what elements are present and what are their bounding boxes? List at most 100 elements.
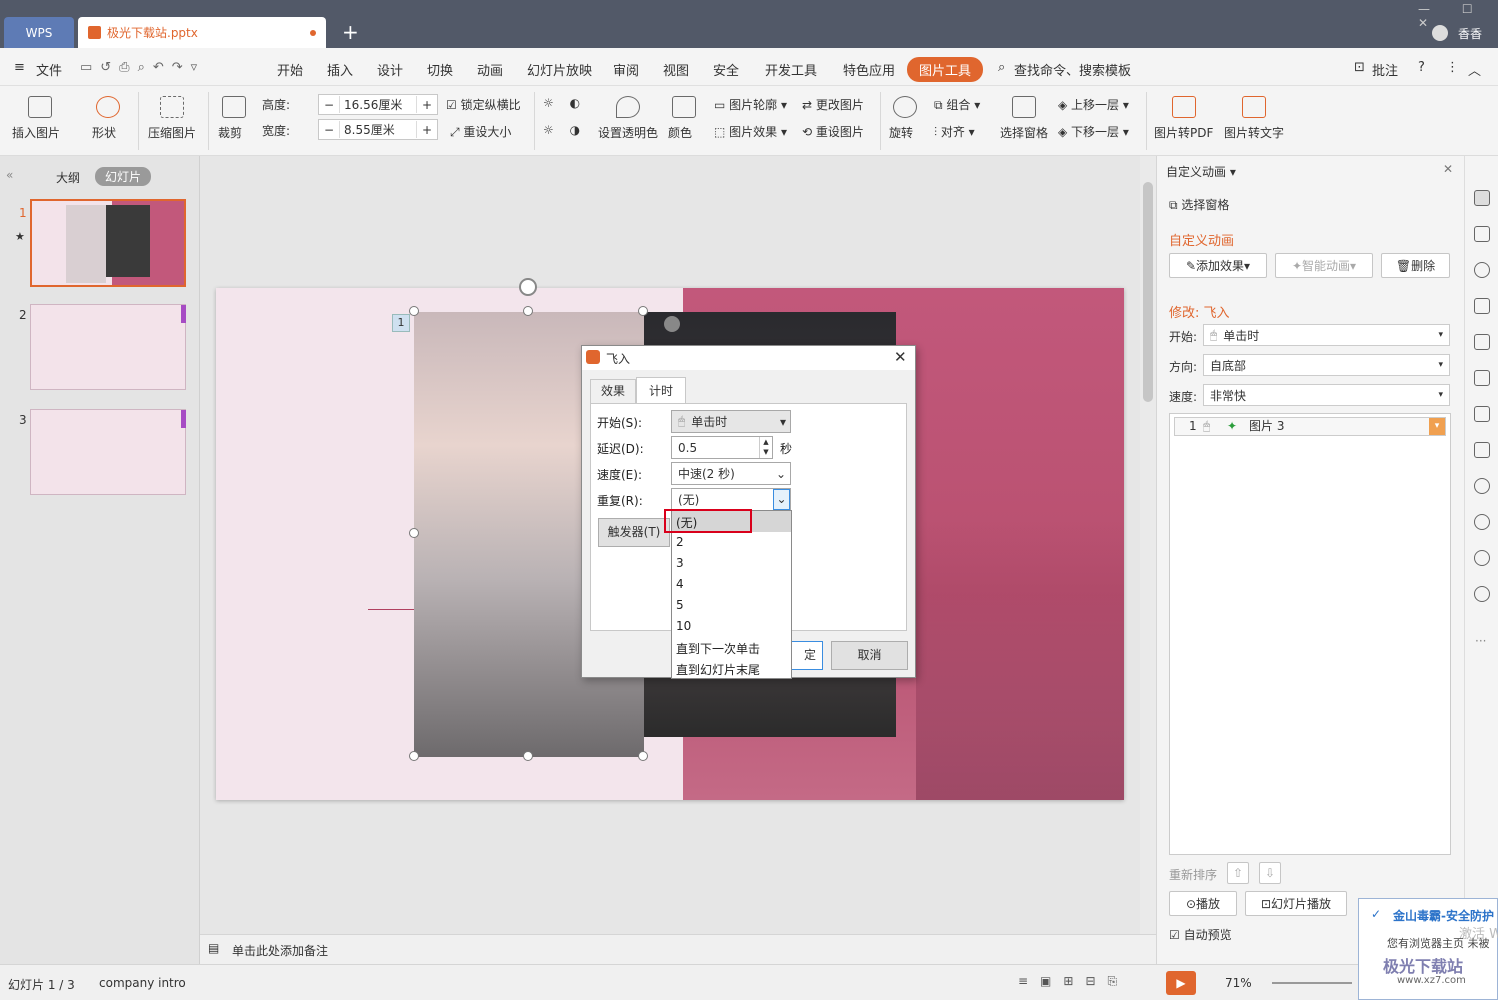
selection-pane-link[interactable]: ⧉ 选择窗格 [1169,196,1229,213]
resize-handle[interactable] [409,306,419,316]
menu-special[interactable]: 特色应用 [843,60,895,79]
start-select[interactable]: 🖱 单击时 ▾ [1203,324,1450,346]
resize-handle[interactable] [409,528,419,538]
move-up-button[interactable]: ⇧ [1227,862,1249,884]
reset-picture-button[interactable]: ⟲ 重设图片 [802,123,864,140]
help-icon[interactable] [1474,586,1490,602]
delay-value[interactable]: 0.5 [678,441,697,455]
zoom-level[interactable]: 71% [1225,976,1252,990]
direction-select[interactable]: 自底部 ▾ [1203,354,1450,376]
chevron-down-icon[interactable]: ▾ [1429,418,1445,435]
shape-button[interactable]: 形状 [92,124,116,141]
animation-star-icon[interactable] [1474,190,1490,206]
close-icon[interactable]: ✕ [894,348,907,366]
tab-outline[interactable]: 大纲 [56,169,80,186]
repeat-option[interactable]: 直到幻灯片末尾 [676,661,760,678]
notes-bar[interactable]: ▤ 单击此处添加备注 [200,934,1156,964]
slide-thumbnail-3[interactable] [30,409,186,495]
resize-handle[interactable] [523,306,533,316]
bring-forward-button[interactable]: ◈ 上移一层 ▾ [1058,96,1129,113]
menu-home[interactable]: 开始 [277,60,303,79]
set-transparent-button[interactable]: 设置透明色 [598,124,658,141]
hamburger-icon[interactable]: ≡ [14,60,25,75]
play-slideshow-button[interactable]: ▶ [1166,971,1196,995]
selection-pane-button[interactable]: 选择窗格 [1000,124,1048,141]
repeat-option[interactable]: 3 [676,556,684,570]
play-button[interactable]: ⊙ 播放 [1169,891,1237,916]
slide-thumbnail-2[interactable] [30,304,186,390]
slideshow-button[interactable]: ⊡ 幻灯片播放 [1245,891,1347,916]
history-icon[interactable] [1474,550,1490,566]
style-icon[interactable] [1474,298,1490,314]
copy-icon[interactable] [1474,226,1490,242]
minus-icon[interactable]: − [319,123,339,137]
menu-file[interactable]: 文件 [36,60,62,79]
picture-to-text-button[interactable]: 图片转文字 [1224,124,1284,141]
new-tab-button[interactable]: + [342,20,359,44]
repeat-option[interactable]: 5 [676,598,684,612]
move-down-button[interactable]: ⇩ [1259,862,1281,884]
reset-size-button[interactable]: ⤢ 重设大小 [450,123,511,140]
audio-icon[interactable] [1474,478,1490,494]
rotate-button[interactable]: 旋转 [889,124,913,141]
contrast-icons[interactable]: ☼ ◑ [543,123,586,137]
picture-to-pdf-button[interactable]: 图片转PDF [1154,124,1213,141]
smart-animation-button[interactable]: ✦ 智能动画 ▾ [1275,253,1373,278]
scrollbar-thumb[interactable] [1143,182,1153,402]
group-button[interactable]: ⧉ 组合 ▾ [934,96,980,113]
compress-button[interactable]: 压缩图片 [148,124,196,141]
menu-design[interactable]: 设计 [377,60,403,79]
transition-icon[interactable] [1474,370,1490,386]
menu-transition[interactable]: 切换 [427,60,453,79]
change-picture-button[interactable]: ⇄ 更改图片 [802,96,864,113]
lock-ratio-checkbox[interactable]: ☑ 锁定纵横比 [446,96,521,113]
picture-effect-button[interactable]: ⬚ 图片效果 ▾ [714,123,787,140]
help-icon[interactable]: ? [1418,60,1425,75]
more-icon[interactable]: ⋮ [1446,60,1459,75]
comment-icon[interactable]: ⊡ [1354,60,1365,75]
plus-icon[interactable]: + [417,98,437,112]
resize-handle[interactable] [638,306,648,316]
trigger-button[interactable]: 触发器(T) [598,518,670,547]
minus-circle-icon[interactable] [664,316,680,332]
picture-outline-button[interactable]: ▭ 图片轮廓 ▾ [714,96,787,113]
start-select[interactable]: 🖱 单击时 ▾ [671,410,791,433]
slide-thumbnail-1[interactable] [30,199,186,287]
resize-handle[interactable] [638,751,648,761]
more-icon[interactable]: ··· [1475,634,1486,648]
menu-view[interactable]: 视图 [663,60,689,79]
brightness-icons[interactable]: ☼ ◐ [543,96,586,110]
repeat-select[interactable]: (无) ⌄ [671,488,791,511]
picture-icon[interactable] [1474,442,1490,458]
send-backward-button[interactable]: ◈ 下移一层 ▾ [1058,123,1129,140]
menu-animation[interactable]: 动画 [477,60,503,79]
tab-document[interactable]: 极光下载站.pptx [78,17,326,48]
menu-slideshow[interactable]: 幻灯片放映 [527,60,592,79]
menu-developer[interactable]: 开发工具 [765,60,817,79]
cancel-button[interactable]: 取消 [831,641,908,670]
width-stepper[interactable]: − 8.55厘米 + [318,119,438,140]
chevron-down-icon[interactable]: ⌄ [773,489,790,510]
collapse-panel-icon[interactable]: « [6,168,13,182]
tab-wps[interactable]: WPS [4,17,74,48]
collapse-ribbon-icon[interactable]: ︿ [1468,60,1481,79]
insert-picture-button[interactable]: 插入图片 [12,124,60,141]
search-command[interactable]: 查找命令、搜索模板 [1014,60,1131,79]
notes-placeholder[interactable]: 单击此处添加备注 [232,942,328,959]
search-icon[interactable]: ⌕ [998,60,1005,75]
shapes-icon[interactable] [1474,262,1490,278]
crop-button[interactable]: 裁剪 [218,124,242,141]
menu-picture-tools[interactable]: 图片工具 [907,57,984,82]
color-button[interactable]: 颜色 [668,124,692,141]
resize-handle[interactable] [523,751,533,761]
speed-select[interactable]: 中速(2 秒) ⌄ [671,462,791,485]
repeat-option[interactable]: 10 [676,619,691,633]
auto-preview-checkbox[interactable]: ☑ 自动预览 [1169,926,1232,943]
window-controls[interactable]: — ☐ ✕ [1418,2,1498,30]
tab-timing[interactable]: 计时 [636,377,686,404]
quick-access-icons[interactable]: ▭↺⎙⌕↶↷▿ [80,60,205,75]
settings-sliders-icon[interactable] [1474,334,1490,350]
plus-icon[interactable]: + [417,123,437,137]
close-pane-icon[interactable]: ✕ [1443,162,1453,176]
menu-insert[interactable]: 插入 [327,60,353,79]
